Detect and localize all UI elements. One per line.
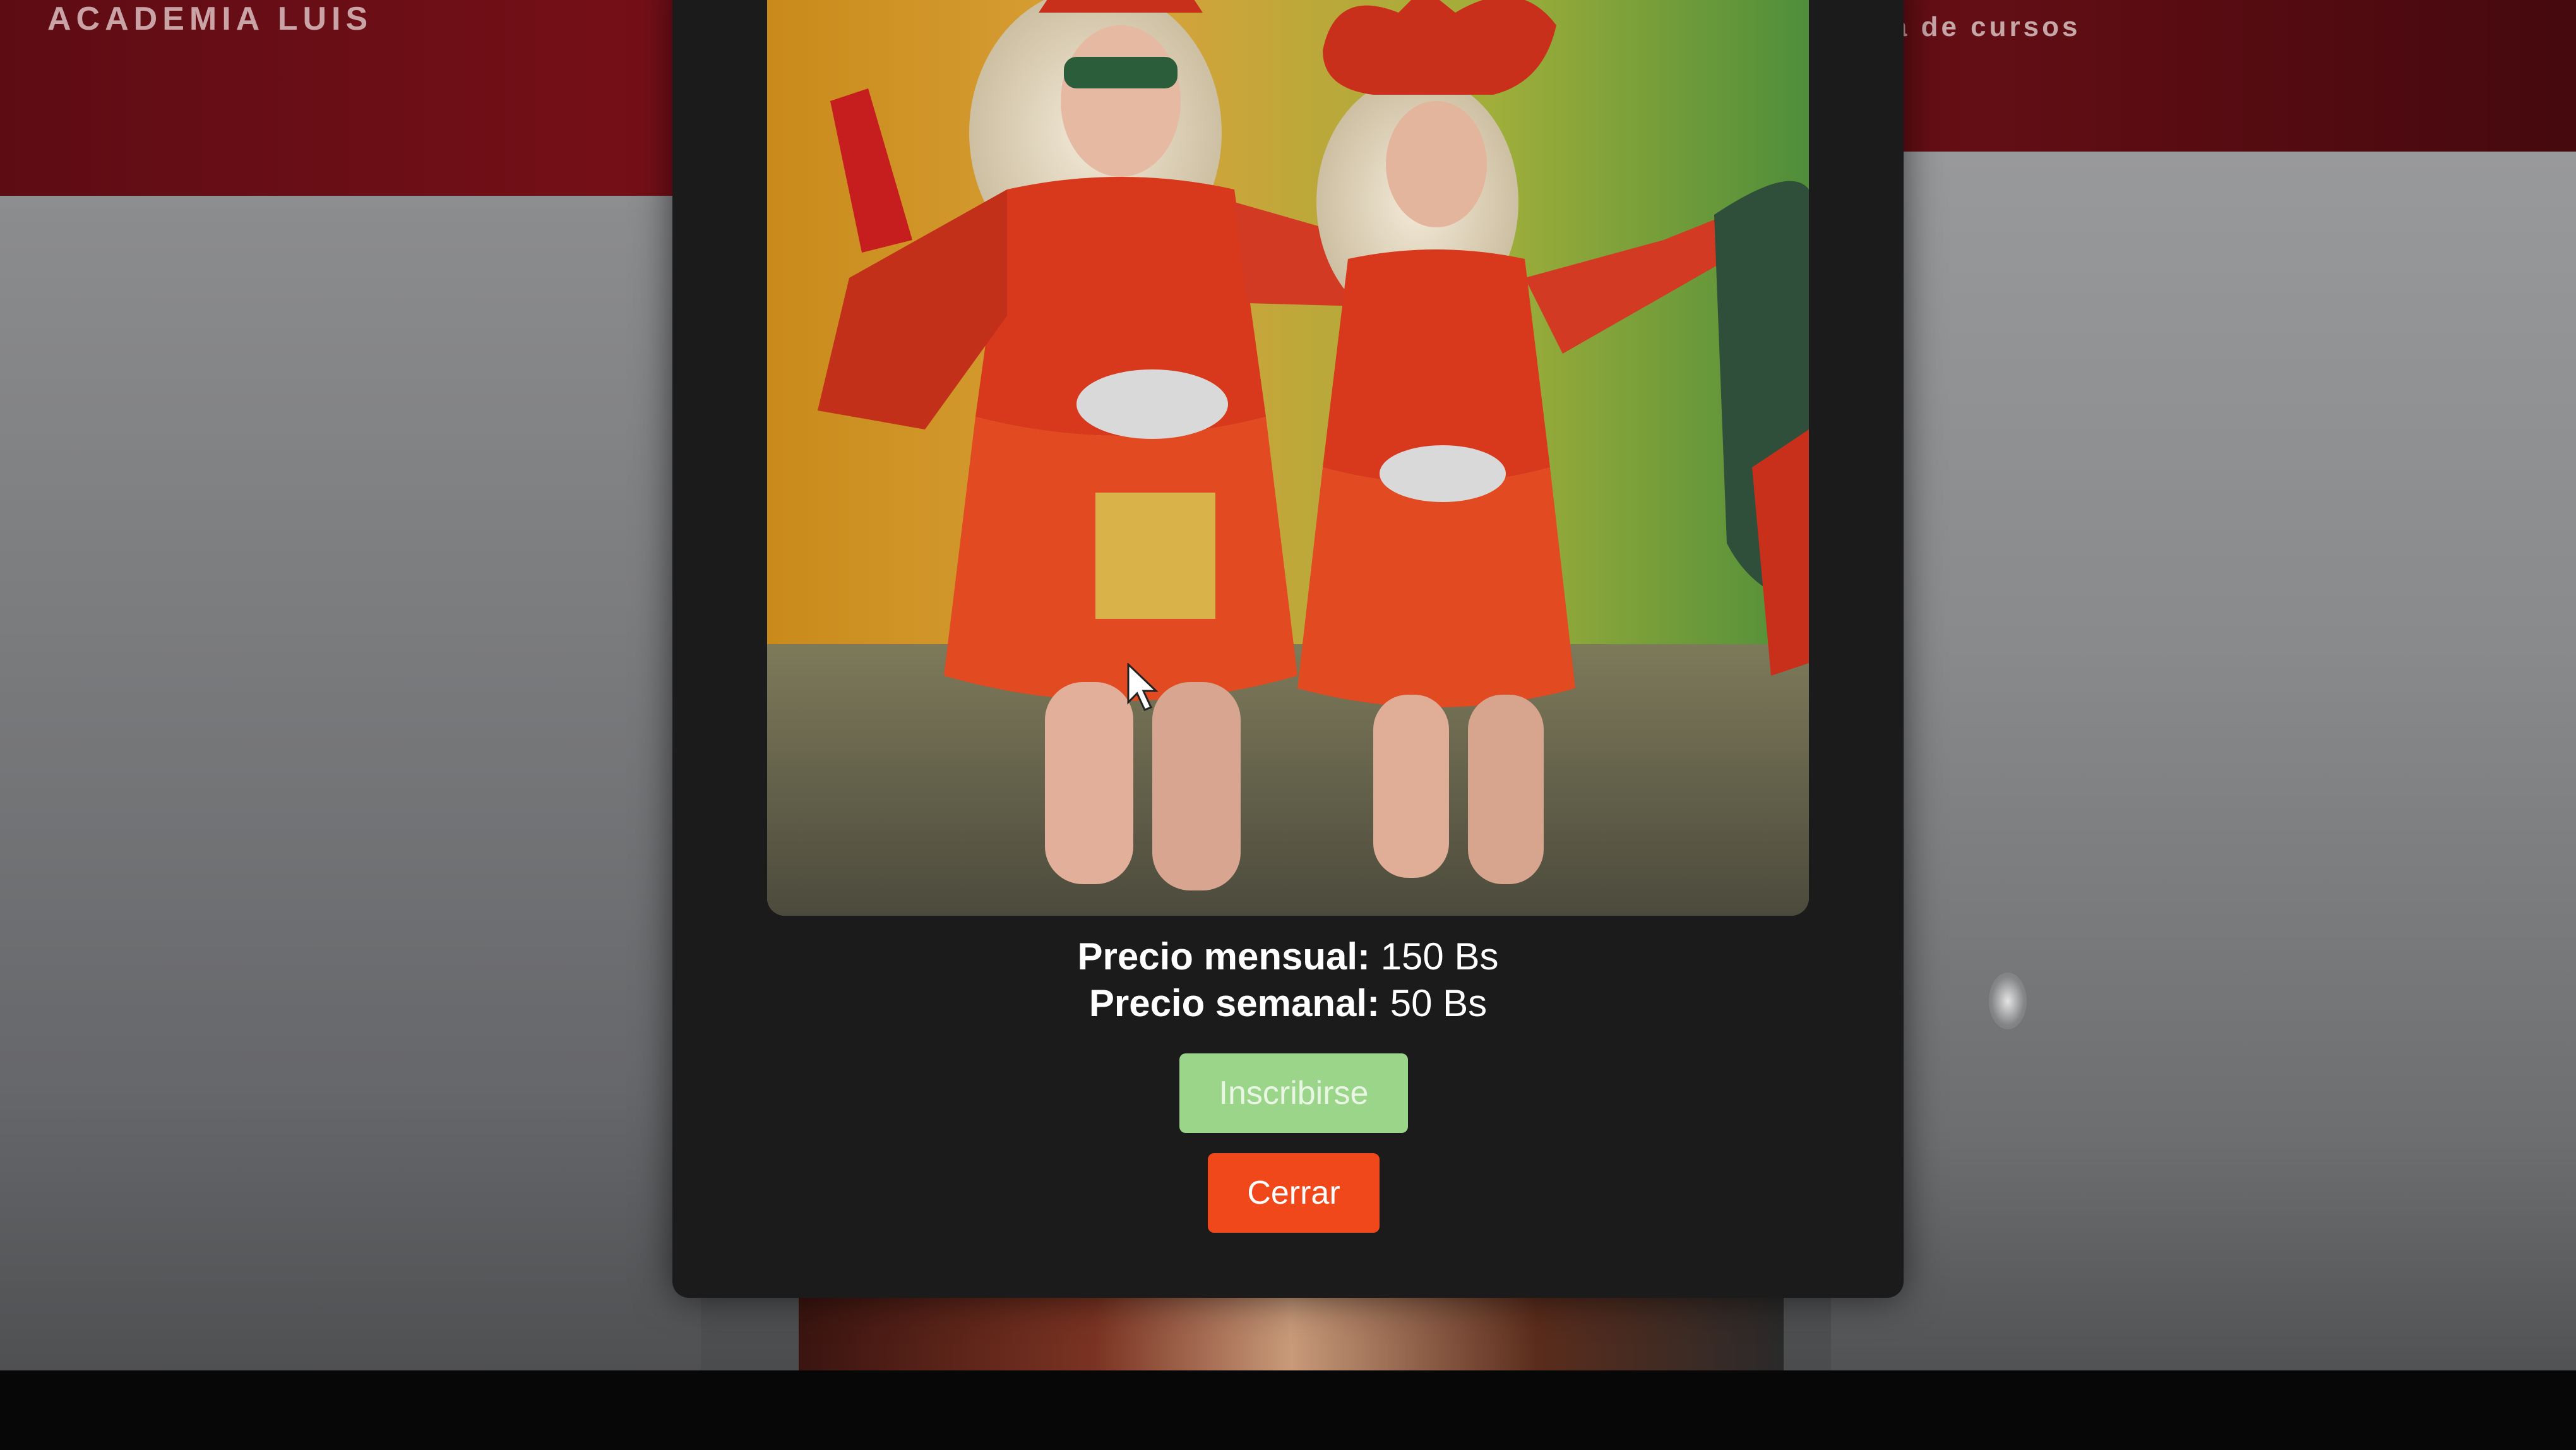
price-weekly: Precio semanal: 50 Bs: [672, 980, 1904, 1027]
price-weekly-label: Precio semanal:: [1088, 982, 1380, 1024]
price-weekly-value: 50 Bs: [1390, 982, 1488, 1024]
monitor-bezel: [0, 1370, 2576, 1450]
price-monthly: Precio mensual: 150 Bs: [672, 933, 1904, 980]
dancers-photo-icon: [767, 0, 1809, 916]
price-block: Precio mensual: 150 Bs Precio semanal: 5…: [672, 933, 1904, 1027]
price-monthly-label: Precio mensual:: [1077, 935, 1371, 978]
screen-glare: [1989, 973, 2027, 1029]
close-button[interactable]: Cerrar: [1208, 1153, 1380, 1233]
background-panel-left: [0, 208, 701, 1383]
dancers-photo: [767, 0, 1809, 916]
background-panel-right: [1831, 152, 2576, 1383]
course-modal: Precio mensual: 150 Bs Precio semanal: 5…: [672, 0, 1904, 1298]
brand-logo-text[interactable]: ACADEMIA LUIS: [47, 0, 373, 38]
mouse-cursor-icon: [1127, 663, 1159, 711]
screen: ACADEMIA LUIS ferta de cursos Precio men…: [0, 0, 2576, 1450]
price-monthly-value: 150 Bs: [1380, 935, 1499, 978]
enroll-button[interactable]: Inscribirse: [1179, 1053, 1408, 1133]
